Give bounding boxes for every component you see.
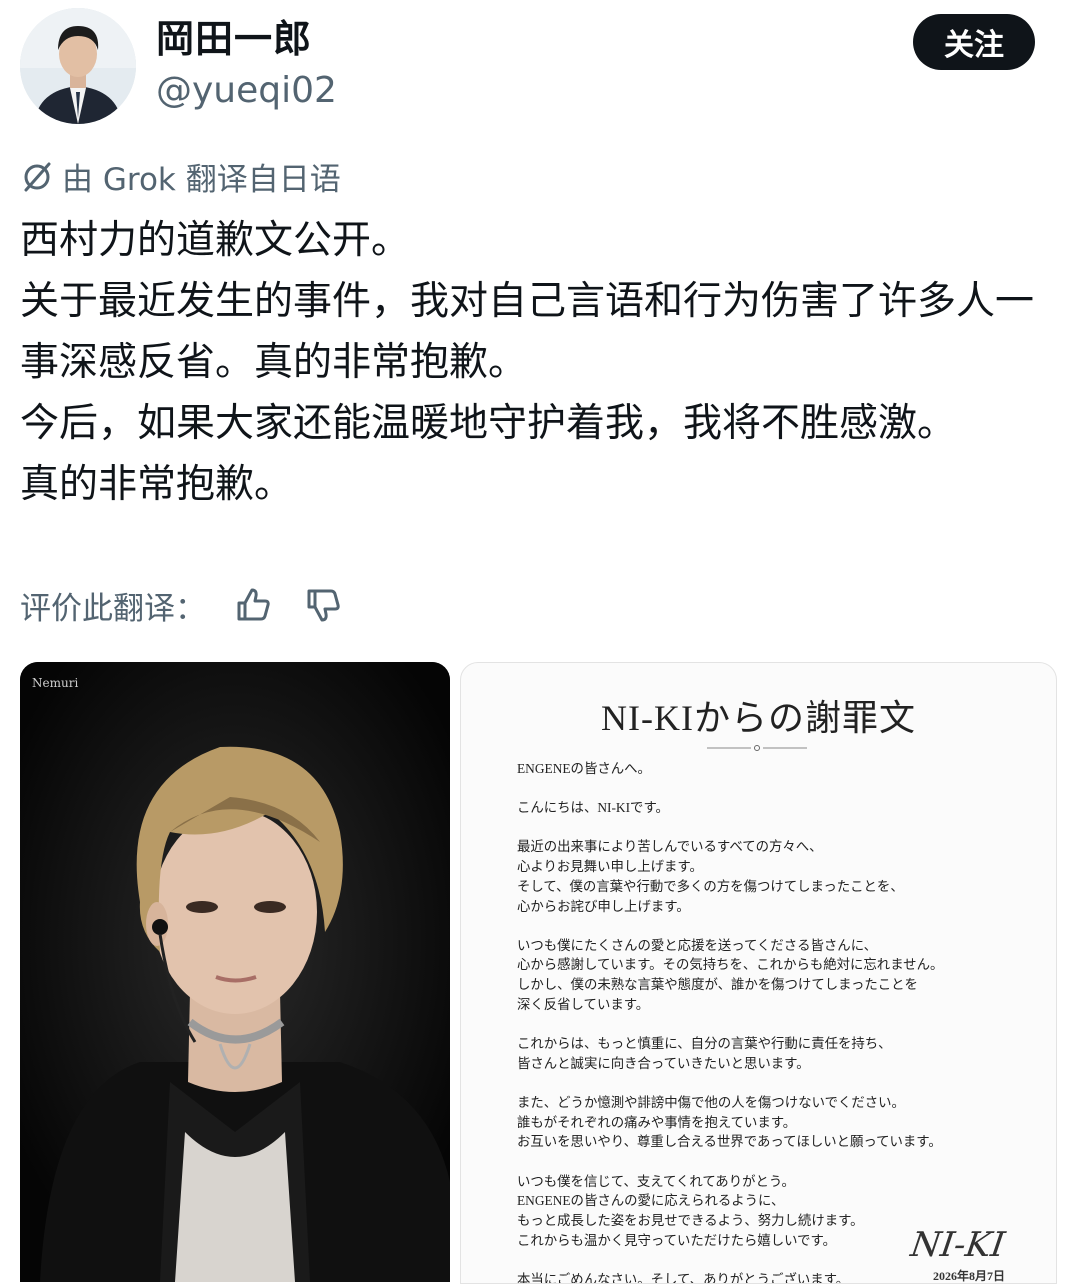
- thumbs-down-icon: [307, 589, 340, 622]
- divider-ornament: [707, 745, 807, 751]
- letter-line: 最近の出来事により苦しんでいるすべての方々へ、: [517, 839, 823, 855]
- letter-paragraph: いつも僕にたくさんの愛と応援を送ってくださる皆さんに、心から感謝しています。その…: [517, 936, 1027, 1015]
- letter-paragraph: こんにちは、NI-KIです。: [517, 798, 1027, 818]
- letter-paragraph: 最近の出来事により苦しんでいるすべての方々へ、 心よりお見舞い申し上げます。そして…: [517, 837, 1027, 916]
- letter-line: お互いを思いやり、尊重し合える世界であってほしいと願っています。: [517, 1134, 942, 1150]
- letter-line: しかし、僕の未熟な言葉や態度が、誰かを傷つけてしまったことを: [517, 977, 918, 993]
- rate-translation: 评价此翻译：: [20, 580, 346, 630]
- letter-line: 心よりお見舞い申し上げます。: [517, 859, 703, 875]
- user-handle[interactable]: @yueqi02: [156, 68, 337, 114]
- letter-line: ENGENEの皆さんへ。: [517, 761, 651, 776]
- tweet-line: 今后，如果大家还能温暖地守护着我，我将不胜感激。: [20, 401, 957, 446]
- letter-body: ENGENEの皆さんへ。こんにちは、NI-KIです。最近の出来事により苦しんでい…: [517, 759, 1027, 1283]
- letter-line: こんにちは、NI-KIです。: [517, 800, 669, 816]
- letter-paragraph: ENGENEの皆さんへ。: [517, 759, 1027, 779]
- tweet-text: 西村力的道歉文公开。 关于最近发生的事件，我对自己言语和行为伤害了许多人一事深感…: [20, 210, 1060, 515]
- letter-line: 皆さんと誠実に向き合っていきたいと思います。: [517, 1055, 810, 1071]
- letter-date: 2026年8月7日: [933, 1269, 1006, 1283]
- thumbs-up-icon: [237, 588, 270, 621]
- letter-line: 心から感謝しています。その気持ちを、これからも絶対に忘れません。: [517, 957, 944, 973]
- letter-paragraph: また、どうか憶測や誹謗中傷で他の人を傷つけないでください。 誰もがそれぞれの痛みや…: [517, 1093, 1027, 1152]
- avatar-image: [20, 8, 136, 124]
- letter-line: いつも僕を信じて、支えてくれてありがとう。: [517, 1173, 795, 1189]
- letter-title: NI-KIからの謝罪文: [601, 698, 916, 738]
- thumbs-down-button[interactable]: [300, 582, 346, 628]
- tweet-line: 真的非常抱歉。: [20, 462, 294, 507]
- letter-line: そして、僕の言葉や行動で多くの方を傷つけてしまったことを、: [517, 878, 904, 894]
- concert-photo: [20, 662, 450, 1282]
- letter-line: また、どうか憶測や誹謗中傷で他の人を傷つけないでください。: [517, 1094, 905, 1110]
- tweet-header: 岡田一郎 @yueqi02 关注: [0, 0, 1078, 140]
- letter-line: ENGENEの皆さんの愛に応えられるように、: [517, 1193, 785, 1209]
- thumbs-up-button[interactable]: [230, 582, 276, 628]
- tweet-line: 关于最近发生的事件，我对自己言语和行为伤害了许多人一事深感反省。真的非常抱歉。: [20, 279, 1035, 385]
- letter-line: これからは、もっと慎重に、自分の言葉や行動に責任を持ち、: [517, 1036, 892, 1052]
- translation-notice-text: 由 Grok 翻译自日语: [62, 161, 341, 198]
- display-name[interactable]: 岡田一郎: [156, 14, 312, 64]
- tweet-line: 西村力的道歉文公开。: [20, 218, 411, 263]
- media-photo[interactable]: Nemuri: [20, 662, 450, 1282]
- avatar[interactable]: [20, 8, 136, 124]
- media-letter[interactable]: NI-KIからの謝罪文 ENGENEの皆さんへ。こんにちは、NI-KIです。最近…: [460, 662, 1057, 1284]
- signature: NI-KI: [908, 1225, 1008, 1265]
- rate-translation-label: 评价此翻译：: [20, 590, 206, 627]
- grok-icon: [24, 162, 51, 192]
- letter-line: いつも僕にたくさんの愛と応援を送ってくださる皆さんに、: [517, 937, 878, 953]
- letter-paragraph: これからは、もっと慎重に、自分の言葉や行動に責任を持ち、 皆さんと誠実に向き合って…: [517, 1034, 1027, 1073]
- translation-notice: 由 Grok 翻译自日语: [20, 154, 341, 198]
- photo-watermark: Nemuri: [32, 676, 79, 690]
- letter-line: 深く反省しています。: [517, 996, 650, 1012]
- follow-button[interactable]: 关注: [913, 14, 1035, 70]
- letter-line: 心からお詫び申し上げます。: [517, 898, 690, 914]
- letter-line: 誰もがそれぞれの痛みや事情を抱えています。: [517, 1114, 797, 1130]
